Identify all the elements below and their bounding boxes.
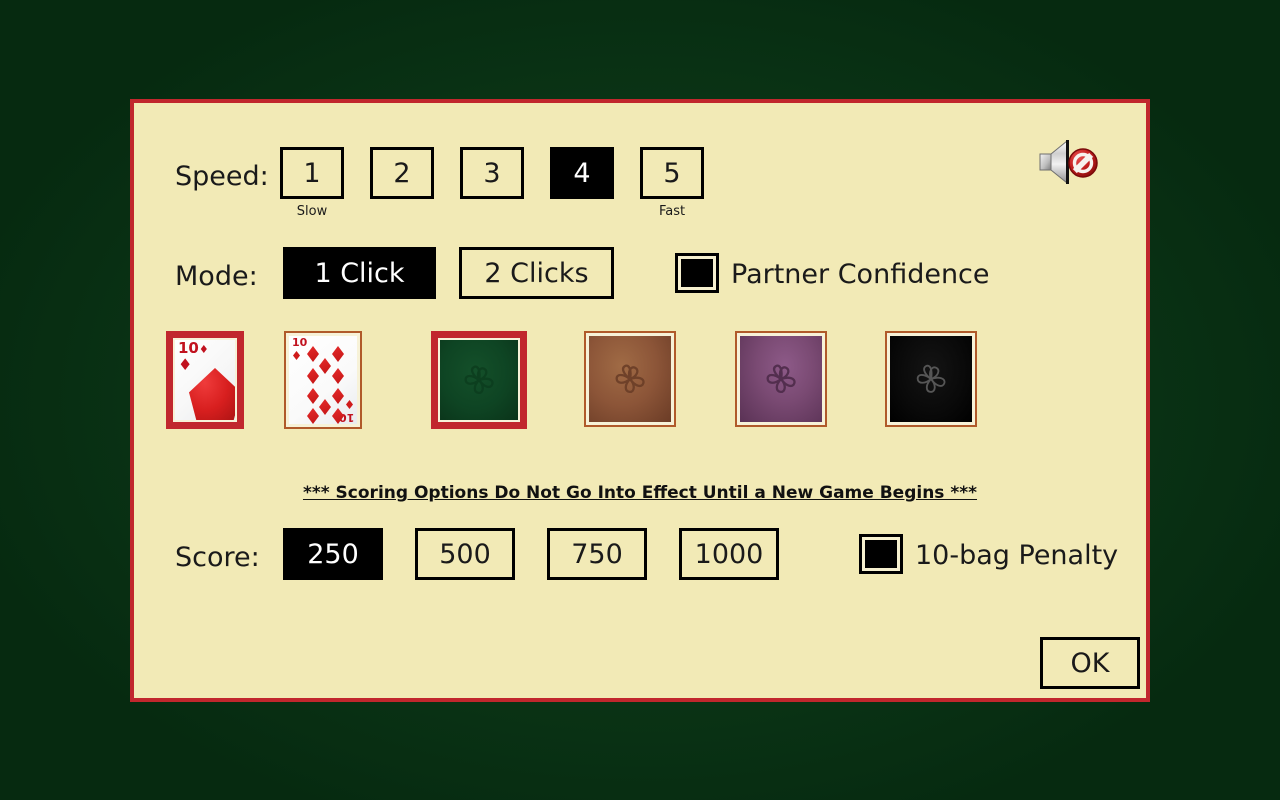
card-big-pip	[189, 368, 235, 420]
card-style-standard-face[interactable]: 10 10	[284, 331, 362, 429]
plumeria-flower-icon	[464, 365, 494, 395]
card-back-surface-black	[890, 336, 972, 422]
ten-bag-penalty-label: 10-bag Penalty	[915, 540, 1119, 571]
options-dialog: Speed: 1 2 3 4 5 Slow Fast Mode: 1 Click…	[130, 99, 1150, 702]
card-back-green[interactable]	[431, 331, 527, 429]
speed-button-1[interactable]: 1	[280, 147, 344, 199]
plumeria-flower-icon	[766, 364, 796, 394]
speed-label: Speed:	[175, 161, 269, 192]
scoring-note: *** Scoring Options Do Not Go Into Effec…	[302, 483, 978, 503]
plumeria-flower-icon	[615, 364, 645, 394]
ok-button-label: OK	[1070, 647, 1110, 679]
card-corner-top-left: 10	[292, 336, 308, 349]
card-pip	[307, 368, 319, 384]
score-button-250-label: 250	[307, 538, 359, 570]
card-back-surface-purple	[740, 336, 822, 422]
card-pip	[319, 358, 331, 374]
card-pip	[332, 368, 344, 384]
card-frame: 10♦ ♦	[166, 331, 244, 429]
score-button-500[interactable]: 500	[415, 528, 515, 580]
mode-button-two-clicks-label: 2 Clicks	[484, 257, 589, 289]
card-pip	[332, 388, 344, 404]
card-rank-text-tl: 10	[292, 336, 308, 349]
partner-confidence-checkbox[interactable]	[675, 253, 719, 293]
card-back-surface-brown	[589, 336, 671, 422]
score-button-750-label: 750	[571, 538, 623, 570]
score-button-250[interactable]: 250	[283, 528, 383, 580]
card-frame: 10 10	[284, 331, 362, 429]
speed-button-5-label: 5	[663, 157, 681, 189]
speed-button-4[interactable]: 4	[550, 147, 614, 199]
card-pip	[307, 408, 319, 424]
mode-button-two-clicks[interactable]: 2 Clicks	[459, 247, 614, 299]
card-corner-rank: 10♦ ♦	[178, 341, 209, 374]
card-mini-pip-tl	[293, 351, 300, 360]
speed-button-5[interactable]: 5	[640, 147, 704, 199]
card-back-purple[interactable]	[735, 331, 827, 427]
plumeria-flower-icon	[916, 364, 946, 393]
card-face-standard: 10 10	[289, 336, 357, 424]
score-label: Score:	[175, 542, 260, 573]
partner-confidence-label: Partner Confidence	[731, 259, 990, 290]
mode-button-one-click[interactable]: 1 Click	[283, 247, 436, 299]
speed-hint-slow: Slow	[296, 204, 328, 219]
speed-button-3-label: 3	[483, 157, 501, 189]
card-face-big-pip: 10♦ ♦	[175, 340, 235, 420]
speed-button-3[interactable]: 3	[460, 147, 524, 199]
card-pip	[307, 346, 319, 362]
ten-bag-penalty-checkbox[interactable]	[859, 534, 903, 574]
card-frame	[885, 331, 977, 427]
card-back-black[interactable]	[885, 331, 977, 427]
card-frame	[584, 331, 676, 427]
score-button-750[interactable]: 750	[547, 528, 647, 580]
mode-label: Mode:	[175, 261, 258, 292]
card-mini-pip-br	[346, 400, 353, 409]
speed-button-2[interactable]: 2	[370, 147, 434, 199]
card-suit-small: ♦	[198, 343, 209, 356]
card-pip	[307, 388, 319, 404]
score-button-500-label: 500	[439, 538, 491, 570]
card-frame	[431, 331, 527, 429]
card-pip	[319, 399, 331, 415]
card-back-surface-green	[440, 340, 518, 420]
card-suit-second: ♦	[178, 355, 193, 374]
speed-button-4-label: 4	[573, 157, 591, 189]
speaker-muted-icon[interactable]	[1032, 135, 1102, 191]
ok-button[interactable]: OK	[1040, 637, 1140, 689]
card-style-big-pip-face[interactable]: 10♦ ♦	[166, 331, 244, 429]
score-button-1000-label: 1000	[694, 538, 764, 570]
card-back-brown[interactable]	[584, 331, 676, 427]
mode-button-one-click-label: 1 Click	[314, 257, 405, 289]
speed-button-2-label: 2	[393, 157, 411, 189]
card-frame	[735, 331, 827, 427]
speed-button-1-label: 1	[303, 157, 321, 189]
speed-hint-fast: Fast	[658, 204, 686, 219]
card-pip	[332, 346, 344, 362]
score-button-1000[interactable]: 1000	[679, 528, 779, 580]
